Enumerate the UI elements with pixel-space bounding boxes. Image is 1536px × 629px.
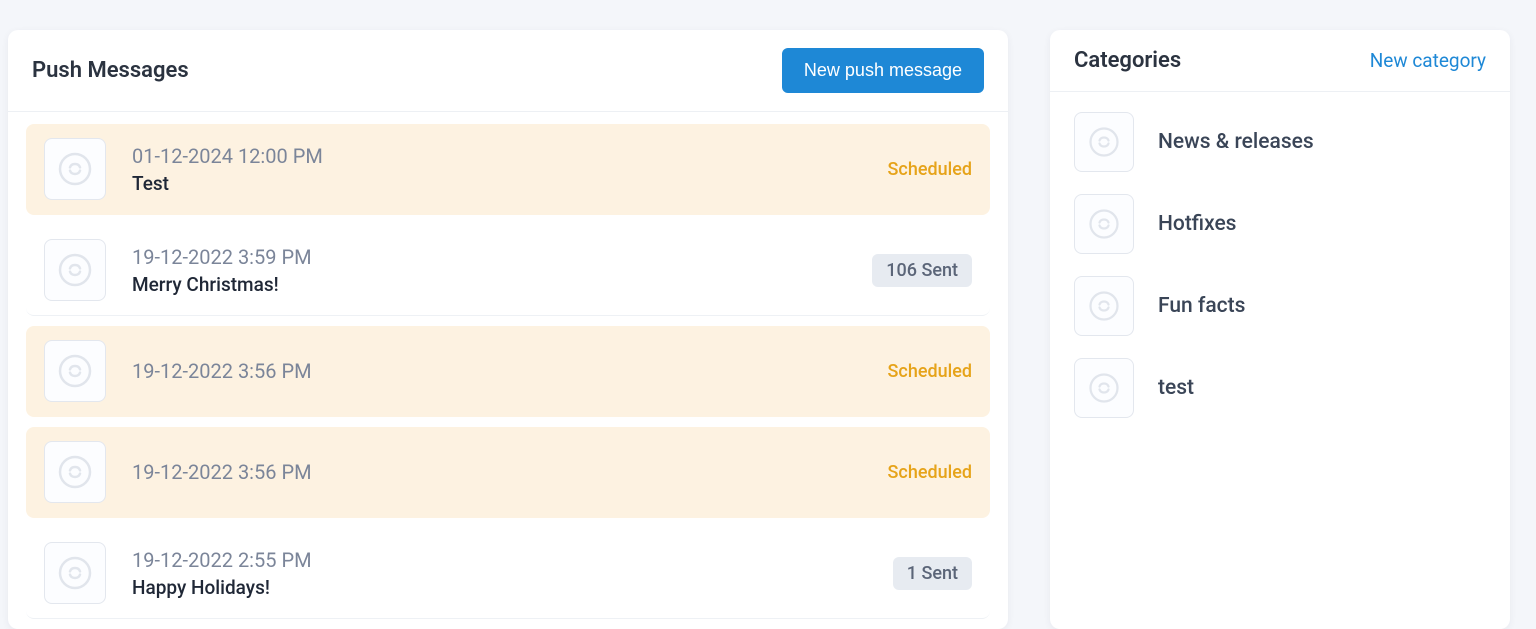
message-date: 01-12-2024 12:00 PM [132,144,888,168]
message-body: 19-12-2022 3:56 PM [132,359,888,383]
new-push-message-button[interactable]: New push message [782,48,984,93]
message-body: 19-12-2022 3:56 PM [132,460,888,484]
status-badge-scheduled: Scheduled [888,361,972,382]
status-badge-scheduled: Scheduled [888,159,972,180]
message-row[interactable]: 01-12-2024 12:00 PM TestScheduled [26,124,990,215]
category-thumbnail [1074,112,1134,172]
categories-title: Categories [1074,48,1181,73]
link-icon [55,351,95,391]
message-row[interactable]: 19-12-2022 3:56 PMScheduled [26,326,990,417]
message-title: Happy Holidays! [132,576,893,599]
push-messages-title: Push Messages [32,58,189,83]
message-thumbnail [44,542,106,604]
status-badge-scheduled: Scheduled [888,462,972,483]
message-thumbnail [44,138,106,200]
status-badge-sent: 106 Sent [872,254,972,287]
link-icon [55,149,95,189]
message-body: 19-12-2022 2:55 PM Happy Holidays! [132,548,893,599]
categories-header: Categories New category [1050,30,1510,92]
message-date: 19-12-2022 2:55 PM [132,548,893,572]
category-item[interactable]: News & releases [1074,112,1486,172]
categories-list: News & releases Hotfixes Fun facts test [1050,92,1510,442]
link-icon [1086,370,1122,406]
category-item[interactable]: Fun facts [1074,276,1486,336]
link-icon [1086,288,1122,324]
category-thumbnail [1074,276,1134,336]
message-thumbnail [44,340,106,402]
link-icon [55,452,95,492]
message-body: 01-12-2024 12:00 PM Test [132,144,888,195]
push-messages-list: 01-12-2024 12:00 PMTestScheduled 19-12-2… [8,112,1008,619]
category-label: Hotfixes [1158,212,1237,236]
message-body: 19-12-2022 3:59 PM Merry Christmas! [132,245,872,296]
message-row[interactable]: 19-12-2022 3:56 PMScheduled [26,427,990,518]
message-row[interactable]: 19-12-2022 3:59 PM Merry Christmas!106 Se… [26,225,990,316]
message-title: Merry Christmas! [132,273,872,296]
category-item[interactable]: Hotfixes [1074,194,1486,254]
link-icon [55,250,95,290]
push-messages-panel: Push Messages New push message 01-12-202… [8,30,1008,629]
message-date: 19-12-2022 3:56 PM [132,460,888,484]
category-label: test [1158,376,1194,400]
message-date: 19-12-2022 3:59 PM [132,245,872,269]
new-category-link[interactable]: New category [1370,49,1486,72]
category-thumbnail [1074,194,1134,254]
message-date: 19-12-2022 3:56 PM [132,359,888,383]
category-item[interactable]: test [1074,358,1486,418]
status-badge-sent: 1 Sent [893,557,972,590]
message-thumbnail [44,239,106,301]
link-icon [55,553,95,593]
message-row[interactable]: 19-12-2022 2:55 PM Happy Holidays!1 Sent [26,528,990,619]
push-messages-header: Push Messages New push message [8,30,1008,112]
categories-panel: Categories New category News & releases … [1050,30,1510,629]
message-thumbnail [44,441,106,503]
link-icon [1086,124,1122,160]
category-label: Fun facts [1158,294,1245,318]
category-thumbnail [1074,358,1134,418]
link-icon [1086,206,1122,242]
category-label: News & releases [1158,130,1314,154]
message-title: Test [132,172,888,195]
